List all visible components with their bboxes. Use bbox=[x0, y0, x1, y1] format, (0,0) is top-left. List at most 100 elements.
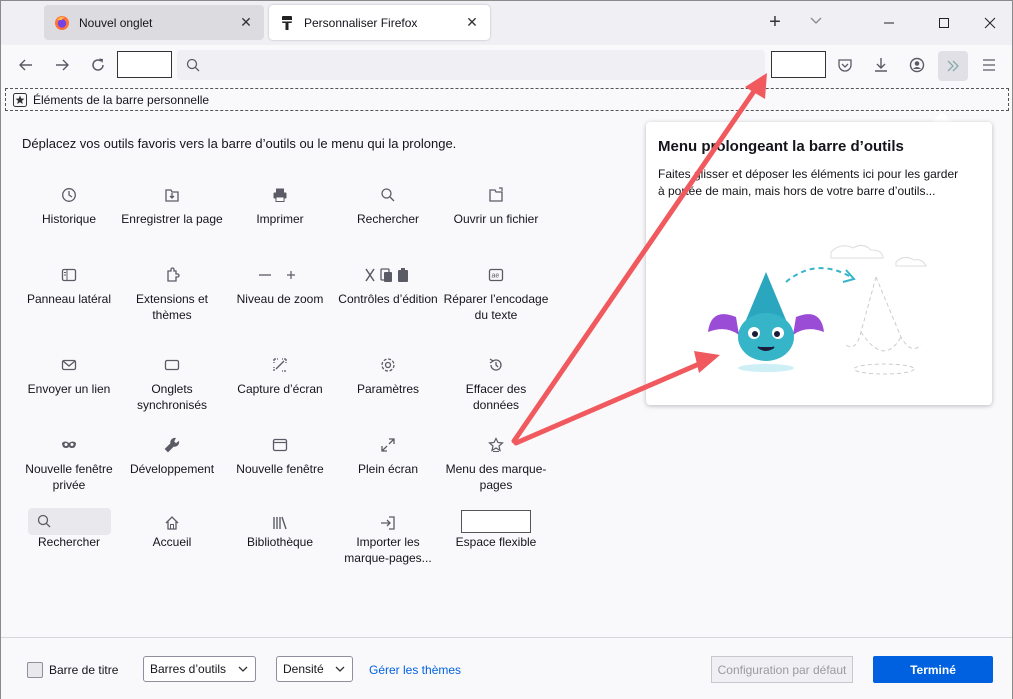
palette-item-label: Contrôles d’édition bbox=[338, 292, 438, 306]
palette-item[interactable]: Historique bbox=[15, 184, 123, 227]
search-widget[interactable] bbox=[28, 508, 111, 535]
palette-instructions: Déplacez vos outils favoris vers la barr… bbox=[22, 136, 457, 151]
tab-new-tab[interactable]: Nouvel onglet ✕ bbox=[44, 5, 264, 40]
palette-item[interactable]: Plein écran bbox=[334, 434, 442, 477]
palette-item[interactable]: Niveau de zoom bbox=[226, 264, 334, 307]
close-tab-icon[interactable]: ✕ bbox=[464, 14, 480, 31]
density-select[interactable]: Densité bbox=[276, 656, 353, 682]
palette-item-label: Enregistrer la page bbox=[121, 212, 223, 226]
overflow-chevron-icon[interactable] bbox=[938, 51, 968, 81]
download-icon[interactable] bbox=[868, 52, 894, 78]
palette-item[interactable]: Rechercher bbox=[334, 184, 442, 227]
palette-item[interactable]: ae Réparer l’encodage du texte bbox=[442, 264, 550, 323]
open-file-icon bbox=[442, 184, 550, 206]
overflow-panel[interactable]: Menu prolongeant la barre d’outils Faite… bbox=[646, 122, 992, 405]
text-encoding-icon: ae bbox=[442, 264, 550, 286]
palette-item-label: Développement bbox=[129, 462, 215, 476]
sidebar-icon bbox=[15, 264, 123, 286]
palette-item-label: Envoyer un lien bbox=[27, 382, 111, 396]
palette-item[interactable]: Effacer des données bbox=[442, 354, 550, 413]
palette-item[interactable]: Importer les marque-pages... bbox=[334, 534, 442, 566]
back-arrow-icon[interactable] bbox=[13, 52, 39, 78]
wrench-icon bbox=[118, 434, 226, 456]
palette-item-label: Plein écran bbox=[357, 462, 419, 476]
palette-item-label: Extensions et thèmes bbox=[135, 292, 209, 322]
palette-item[interactable]: Onglets synchronisés bbox=[118, 354, 226, 413]
palette-item-label: Nouvelle fenêtre bbox=[236, 462, 324, 476]
gear-icon bbox=[334, 354, 442, 376]
navigation-toolbar bbox=[1, 45, 1012, 85]
customize-footer: Barre de titre Barres d’outils Densité G… bbox=[1, 637, 1012, 699]
chevron-down-icon[interactable] bbox=[806, 13, 826, 33]
palette-item-label: Capture d’écran bbox=[237, 382, 323, 396]
title-bar-checkbox[interactable] bbox=[27, 662, 43, 678]
palette-item[interactable]: Développement bbox=[118, 434, 226, 477]
home-icon bbox=[164, 515, 180, 534]
palette-item[interactable]: Contrôles d’édition bbox=[334, 264, 442, 307]
star-box-icon bbox=[13, 92, 27, 107]
palette-item[interactable]: Rechercher bbox=[15, 534, 123, 550]
palette-item[interactable]: Panneau latéral bbox=[15, 264, 123, 307]
close-window-icon[interactable] bbox=[977, 11, 1003, 35]
private-window-icon bbox=[15, 434, 123, 456]
palette-item[interactable]: Extensions et thèmes bbox=[118, 264, 226, 323]
personal-toolbar[interactable]: Éléments de la barre personnelle bbox=[5, 88, 1009, 111]
palette-item[interactable]: Accueil bbox=[118, 534, 226, 550]
save-page-icon bbox=[118, 184, 226, 206]
palette-item[interactable]: Envoyer un lien bbox=[15, 354, 123, 397]
palette-item[interactable]: Nouvelle fenêtre bbox=[226, 434, 334, 477]
mascot-illustration bbox=[708, 244, 927, 375]
edit-controls-icon bbox=[334, 264, 442, 286]
palette-item[interactable]: Espace flexible bbox=[442, 534, 550, 550]
palette-item-label: Bibliothèque bbox=[246, 535, 314, 549]
palette-item-label: Paramètres bbox=[356, 382, 420, 396]
extensions-icon bbox=[118, 264, 226, 286]
tab-title: Personnaliser Firefox bbox=[304, 15, 418, 30]
account-icon[interactable] bbox=[904, 52, 930, 78]
palette-item-label: Rechercher bbox=[37, 535, 101, 549]
close-tab-icon[interactable]: ✕ bbox=[238, 14, 254, 31]
tab-title: Nouvel onglet bbox=[79, 15, 153, 30]
done-button[interactable]: Terminé bbox=[873, 656, 993, 683]
palette-item-label: Menu des marque-pages bbox=[445, 462, 547, 492]
reload-icon[interactable] bbox=[85, 52, 111, 78]
palette-item-label: Nouvelle fenêtre privée bbox=[25, 462, 113, 492]
toolbars-select[interactable]: Barres d’outils bbox=[143, 656, 256, 682]
zoom-icon bbox=[226, 264, 334, 286]
forward-arrow-icon[interactable] bbox=[49, 52, 75, 78]
minimize-icon[interactable] bbox=[876, 11, 902, 35]
flexible-space-box[interactable] bbox=[461, 510, 531, 533]
forget-icon bbox=[442, 354, 550, 376]
palette-item[interactable]: Menu des marque-pages bbox=[442, 434, 550, 493]
maximize-icon[interactable] bbox=[931, 11, 957, 35]
palette-item-label: Onglets synchronisés bbox=[136, 382, 208, 412]
overflow-panel-title: Menu prolongeant la barre d’outils bbox=[658, 138, 904, 155]
toolbars-select-value: Barres d’outils bbox=[150, 662, 227, 676]
manage-themes-link[interactable]: Gérer les thèmes bbox=[369, 663, 461, 677]
url-bar[interactable] bbox=[177, 50, 765, 80]
restore-defaults-button[interactable]: Configuration par défaut bbox=[711, 656, 853, 683]
search-icon bbox=[37, 514, 51, 528]
search-icon bbox=[334, 184, 442, 206]
pocket-icon[interactable] bbox=[832, 52, 858, 78]
palette-item[interactable]: Bibliothèque bbox=[226, 534, 334, 550]
palette-item[interactable]: Imprimer bbox=[226, 184, 334, 227]
browser-window: Nouvel onglet ✕ Personnaliser Firefox ✕ … bbox=[0, 0, 1013, 699]
palette-item-label: Imprimer bbox=[256, 212, 304, 226]
palette-item[interactable]: Ouvrir un fichier bbox=[442, 184, 550, 227]
hamburger-menu-icon[interactable] bbox=[976, 52, 1002, 78]
firefox-icon bbox=[55, 15, 69, 30]
palette-item[interactable]: Enregistrer la page bbox=[118, 184, 226, 227]
tab-customize-firefox[interactable]: Personnaliser Firefox ✕ bbox=[269, 5, 490, 40]
new-tab-plus-icon[interactable]: + bbox=[765, 12, 785, 33]
palette-item[interactable]: Paramètres bbox=[334, 354, 442, 397]
personal-toolbar-label: Éléments de la barre personnelle bbox=[33, 92, 210, 107]
palette-item[interactable]: Nouvelle fenêtre privée bbox=[15, 434, 123, 493]
density-select-value: Densité bbox=[283, 662, 324, 676]
palette-item[interactable]: Capture d’écran bbox=[226, 354, 334, 397]
palette-item-label: Importer les marque-pages... bbox=[344, 535, 432, 565]
toolbar-spacer-box[interactable] bbox=[771, 51, 826, 78]
overflow-panel-description: Faites glisser et déposer les éléments i… bbox=[658, 167, 959, 198]
toolbar-spacer-box[interactable] bbox=[117, 51, 172, 78]
library-icon bbox=[272, 515, 288, 534]
